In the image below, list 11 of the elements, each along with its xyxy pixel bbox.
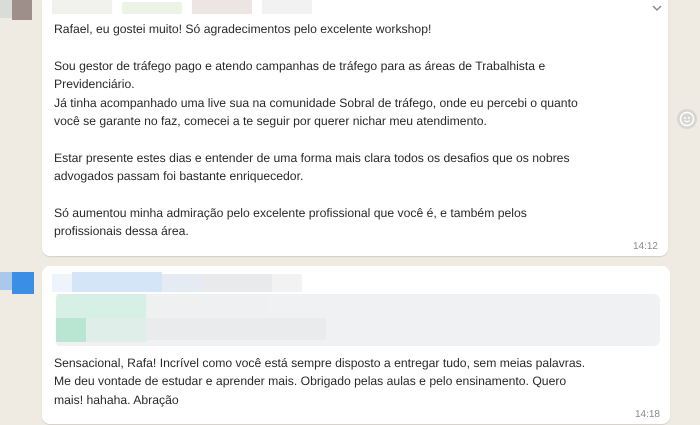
message-text: Estar presente estes dias e entender de uma forma mais clara todos os desafios que os nobres advogados passam foi bastante enriquecedor.	[54, 150, 571, 185]
message-text: Sensacional, Rafa! Incrível como você está sempre disposto a entregar tudo, sem meias palavras. Me deu vontade de estudar e aprender mais. Obrigado pelas aulas e pelo ensinamento. Quero mais! hahaha. Abração	[54, 354, 586, 409]
chevron-down-icon[interactable]	[652, 4, 662, 12]
message-text: Sou gestor de tráfego pago e atendo campanhas de tráfego para as áreas de Trabalhista e Previdenciário. Já tinha acompanhado uma live sua na comunidade Sobral de tráfego, onde eu percebi o quanto você se garante no faz, comecei a te seguir por querer nichar meu atendimento.	[54, 58, 579, 130]
message-text: Só aumentou minha admiração pelo excelente profissional que você é, e também pelos profissionais dessa área.	[54, 204, 528, 240]
emoji-icon[interactable]	[676, 108, 698, 130]
message-time: 14:18	[634, 409, 660, 420]
message-text: Rafael, eu gostei muito! Só agradecimentos pelo excelente workshop!	[54, 21, 432, 38]
blurred-avatar-drawing	[0, 270, 34, 294]
blurred-avatar-drawing	[0, 0, 34, 20]
message-time: 14:12	[632, 240, 658, 252]
